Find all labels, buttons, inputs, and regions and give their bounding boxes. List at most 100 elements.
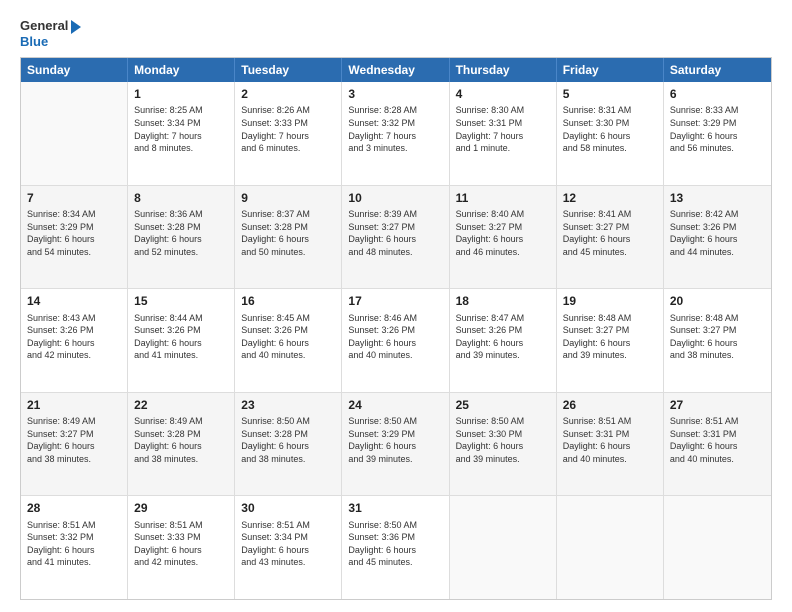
calendar-cell: 2 Sunrise: 8:26 AM Sunset: 3:33 PM Daylig… bbox=[235, 82, 342, 185]
col-header-friday: Friday bbox=[557, 58, 664, 82]
calendar-cell: 22 Sunrise: 8:49 AM Sunset: 3:28 PM Dayli… bbox=[128, 393, 235, 496]
day-number: 29 bbox=[134, 500, 228, 516]
col-header-thursday: Thursday bbox=[450, 58, 557, 82]
cell-detail: Sunrise: 8:26 AM Sunset: 3:33 PM Dayligh… bbox=[241, 104, 335, 154]
day-number: 5 bbox=[563, 86, 657, 102]
day-number: 6 bbox=[670, 86, 765, 102]
calendar-cell: 15Sunrise: 8:44 AM Sunset: 3:26 PM Dayli… bbox=[128, 289, 235, 392]
calendar-cell bbox=[664, 496, 771, 599]
day-number: 10 bbox=[348, 190, 442, 206]
day-number: 23 bbox=[241, 397, 335, 413]
day-number: 24 bbox=[348, 397, 442, 413]
calendar-body: 1 Sunrise: 8:25 AM Sunset: 3:34 PM Daylig… bbox=[21, 82, 771, 599]
cell-detail: Sunrise: 8:50 AM Sunset: 3:29 PM Dayligh… bbox=[348, 415, 442, 465]
calendar-cell: 14 Sunrise: 8:43 AM Sunset: 3:26 PM Dayli… bbox=[21, 289, 128, 392]
cell-detail: Sunrise: 8:51 AM Sunset: 3:31 PM Dayligh… bbox=[670, 415, 765, 465]
calendar-cell: 9 Sunrise: 8:37 AM Sunset: 3:28 PM Daylig… bbox=[235, 186, 342, 289]
cell-detail: Sunrise: 8:40 AM Sunset: 3:27 PM Dayligh… bbox=[456, 208, 550, 258]
calendar-cell: 12 Sunrise: 8:41 AM Sunset: 3:27 PM Dayli… bbox=[557, 186, 664, 289]
day-number: 19 bbox=[563, 293, 657, 309]
day-number: 30 bbox=[241, 500, 335, 516]
calendar-cell: 6 Sunrise: 8:33 AM Sunset: 3:29 PM Daylig… bbox=[664, 82, 771, 185]
page: General Blue SundayMondayTuesdayWednesda… bbox=[0, 0, 792, 612]
calendar-cell: 16Sunrise: 8:45 AM Sunset: 3:26 PM Dayli… bbox=[235, 289, 342, 392]
calendar-cell bbox=[21, 82, 128, 185]
calendar-cell: 8Sunrise: 8:36 AM Sunset: 3:28 PM Daylig… bbox=[128, 186, 235, 289]
calendar-row-4: 21Sunrise: 8:49 AM Sunset: 3:27 PM Dayli… bbox=[21, 393, 771, 497]
calendar-cell: 13 Sunrise: 8:42 AM Sunset: 3:26 PM Dayli… bbox=[664, 186, 771, 289]
day-number: 26 bbox=[563, 397, 657, 413]
cell-detail: Sunrise: 8:30 AM Sunset: 3:31 PM Dayligh… bbox=[456, 104, 550, 154]
day-number: 3 bbox=[348, 86, 442, 102]
calendar-row-2: 7 Sunrise: 8:34 AM Sunset: 3:29 PM Daylig… bbox=[21, 186, 771, 290]
cell-detail: Sunrise: 8:51 AM Sunset: 3:31 PM Dayligh… bbox=[563, 415, 657, 465]
col-header-wednesday: Wednesday bbox=[342, 58, 449, 82]
logo: General Blue bbox=[20, 18, 81, 49]
calendar-cell: 1 Sunrise: 8:25 AM Sunset: 3:34 PM Daylig… bbox=[128, 82, 235, 185]
cell-detail: Sunrise: 8:34 AM Sunset: 3:29 PM Dayligh… bbox=[27, 208, 121, 258]
cell-detail: Sunrise: 8:43 AM Sunset: 3:26 PM Dayligh… bbox=[27, 312, 121, 362]
cell-detail: Sunrise: 8:37 AM Sunset: 3:28 PM Dayligh… bbox=[241, 208, 335, 258]
cell-detail: Sunrise: 8:42 AM Sunset: 3:26 PM Dayligh… bbox=[670, 208, 765, 258]
cell-detail: Sunrise: 8:48 AM Sunset: 3:27 PM Dayligh… bbox=[670, 312, 765, 362]
cell-detail: Sunrise: 8:51 AM Sunset: 3:32 PM Dayligh… bbox=[27, 519, 121, 569]
calendar-cell: 18 Sunrise: 8:47 AM Sunset: 3:26 PM Dayli… bbox=[450, 289, 557, 392]
cell-detail: Sunrise: 8:28 AM Sunset: 3:32 PM Dayligh… bbox=[348, 104, 442, 154]
day-number: 27 bbox=[670, 397, 765, 413]
calendar-cell: 7 Sunrise: 8:34 AM Sunset: 3:29 PM Daylig… bbox=[21, 186, 128, 289]
day-number: 4 bbox=[456, 86, 550, 102]
day-number: 28 bbox=[27, 500, 121, 516]
day-number: 7 bbox=[27, 190, 121, 206]
day-number: 14 bbox=[27, 293, 121, 309]
day-number: 11 bbox=[456, 190, 550, 206]
day-number: 1 bbox=[134, 86, 228, 102]
calendar-cell: 24 Sunrise: 8:50 AM Sunset: 3:29 PM Dayli… bbox=[342, 393, 449, 496]
col-header-sunday: Sunday bbox=[21, 58, 128, 82]
cell-detail: Sunrise: 8:50 AM Sunset: 3:30 PM Dayligh… bbox=[456, 415, 550, 465]
day-number: 18 bbox=[456, 293, 550, 309]
day-number: 2 bbox=[241, 86, 335, 102]
calendar-header: SundayMondayTuesdayWednesdayThursdayFrid… bbox=[21, 58, 771, 82]
cell-detail: Sunrise: 8:50 AM Sunset: 3:36 PM Dayligh… bbox=[348, 519, 442, 569]
day-number: 31 bbox=[348, 500, 442, 516]
col-header-tuesday: Tuesday bbox=[235, 58, 342, 82]
cell-detail: Sunrise: 8:45 AM Sunset: 3:26 PM Dayligh… bbox=[241, 312, 335, 362]
calendar-row-3: 14 Sunrise: 8:43 AM Sunset: 3:26 PM Dayli… bbox=[21, 289, 771, 393]
calendar-cell bbox=[450, 496, 557, 599]
cell-detail: Sunrise: 8:41 AM Sunset: 3:27 PM Dayligh… bbox=[563, 208, 657, 258]
calendar-cell: 27 Sunrise: 8:51 AM Sunset: 3:31 PM Dayli… bbox=[664, 393, 771, 496]
cell-detail: Sunrise: 8:51 AM Sunset: 3:34 PM Dayligh… bbox=[241, 519, 335, 569]
col-header-saturday: Saturday bbox=[664, 58, 771, 82]
cell-detail: Sunrise: 8:51 AM Sunset: 3:33 PM Dayligh… bbox=[134, 519, 228, 569]
calendar-cell: 29 Sunrise: 8:51 AM Sunset: 3:33 PM Dayli… bbox=[128, 496, 235, 599]
calendar-cell: 25 Sunrise: 8:50 AM Sunset: 3:30 PM Dayli… bbox=[450, 393, 557, 496]
cell-detail: Sunrise: 8:33 AM Sunset: 3:29 PM Dayligh… bbox=[670, 104, 765, 154]
calendar-cell: 19 Sunrise: 8:48 AM Sunset: 3:27 PM Dayli… bbox=[557, 289, 664, 392]
day-number: 15 bbox=[134, 293, 228, 309]
header: General Blue bbox=[20, 18, 772, 49]
day-number: 12 bbox=[563, 190, 657, 206]
calendar-cell: 3 Sunrise: 8:28 AM Sunset: 3:32 PM Daylig… bbox=[342, 82, 449, 185]
calendar-cell: 30 Sunrise: 8:51 AM Sunset: 3:34 PM Dayli… bbox=[235, 496, 342, 599]
day-number: 8 bbox=[134, 190, 228, 206]
cell-detail: Sunrise: 8:31 AM Sunset: 3:30 PM Dayligh… bbox=[563, 104, 657, 154]
calendar-cell: 11 Sunrise: 8:40 AM Sunset: 3:27 PM Dayli… bbox=[450, 186, 557, 289]
calendar-cell: 23Sunrise: 8:50 AM Sunset: 3:28 PM Dayli… bbox=[235, 393, 342, 496]
day-number: 9 bbox=[241, 190, 335, 206]
cell-detail: Sunrise: 8:49 AM Sunset: 3:27 PM Dayligh… bbox=[27, 415, 121, 465]
calendar-cell: 4 Sunrise: 8:30 AM Sunset: 3:31 PM Daylig… bbox=[450, 82, 557, 185]
cell-detail: Sunrise: 8:48 AM Sunset: 3:27 PM Dayligh… bbox=[563, 312, 657, 362]
day-number: 13 bbox=[670, 190, 765, 206]
day-number: 25 bbox=[456, 397, 550, 413]
cell-detail: Sunrise: 8:39 AM Sunset: 3:27 PM Dayligh… bbox=[348, 208, 442, 258]
calendar-cell: 31 Sunrise: 8:50 AM Sunset: 3:36 PM Dayli… bbox=[342, 496, 449, 599]
day-number: 22 bbox=[134, 397, 228, 413]
calendar-cell: 28 Sunrise: 8:51 AM Sunset: 3:32 PM Dayli… bbox=[21, 496, 128, 599]
day-number: 17 bbox=[348, 293, 442, 309]
calendar-row-5: 28 Sunrise: 8:51 AM Sunset: 3:32 PM Dayli… bbox=[21, 496, 771, 599]
cell-detail: Sunrise: 8:49 AM Sunset: 3:28 PM Dayligh… bbox=[134, 415, 228, 465]
cell-detail: Sunrise: 8:25 AM Sunset: 3:34 PM Dayligh… bbox=[134, 104, 228, 154]
logo-text: General Blue bbox=[20, 18, 81, 49]
cell-detail: Sunrise: 8:47 AM Sunset: 3:26 PM Dayligh… bbox=[456, 312, 550, 362]
calendar-cell: 21Sunrise: 8:49 AM Sunset: 3:27 PM Dayli… bbox=[21, 393, 128, 496]
